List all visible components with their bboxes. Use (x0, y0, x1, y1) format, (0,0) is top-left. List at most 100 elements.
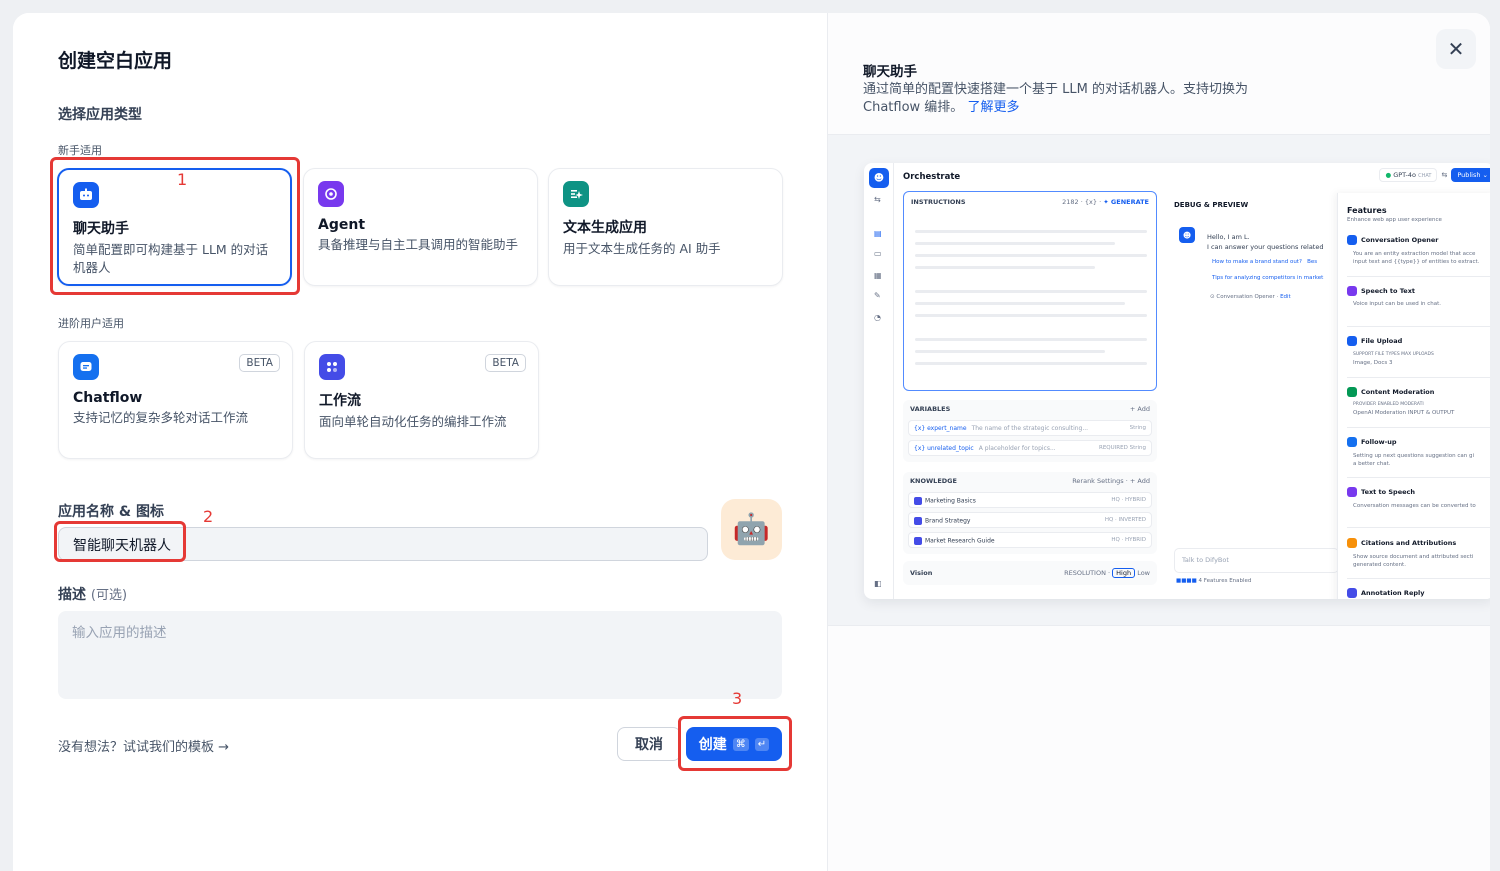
learn-more-link[interactable]: 了解更多 (967, 100, 1019, 115)
generate-label: ✦ GENERATE (1103, 198, 1149, 206)
feature-desc: Voice input can be used in chat. (1353, 301, 1442, 307)
feature-desc: a better chat. (1353, 461, 1391, 467)
orchestrate-title: Orchestrate (903, 172, 961, 182)
resolution-low: Low (1137, 569, 1150, 577)
feature-icon (1347, 588, 1357, 598)
feature-name: Citations and Attributions (1361, 539, 1457, 547)
modal-title: 创建空白应用 (58, 50, 173, 72)
variables-label: VARIABLES (910, 405, 951, 413)
create-app-modal: 创建空白应用 选择应用类型 新手适用 聊天助手 简单配置即可构建基于 LLM 的… (13, 13, 1490, 871)
feature-item: Content Moderation (1347, 387, 1434, 397)
placeholder-line (915, 230, 1147, 233)
divider (1347, 377, 1490, 378)
description-label: 描述 (可选) (58, 584, 127, 604)
description-label-text: 描述 (58, 587, 86, 603)
preview-sidebar: ☻ ⇆ ▤ ▭ ▦ ✎ ◔ ◧ (864, 163, 894, 599)
feature-icon (1347, 538, 1357, 548)
features-panel: Features Enhance web app user experience… (1337, 193, 1490, 599)
variable-row: {x} unrelated_topic A placeholder for top… (908, 440, 1152, 456)
add-variable: + Add (1129, 405, 1150, 413)
knowledge-icon (914, 497, 922, 505)
edit-icon: ✎ (874, 291, 881, 300)
feature-icon (1347, 387, 1357, 397)
publish-button: Publish ⌄ (1451, 168, 1490, 182)
feature-name: Follow-up (1361, 438, 1397, 446)
right-panel: ✕ 聊天助手 通过简单的配置快速搭建一个基于 LLM 的对话机器人。支持切换为 … (827, 13, 1490, 871)
description-textarea[interactable]: 输入应用的描述 (58, 611, 782, 699)
feature-icons: ■■■■ (1176, 578, 1197, 584)
app-type-chatflow[interactable]: BETA Chatflow 支持记忆的复杂多轮对话工作流 (58, 341, 293, 459)
preview-screenshot: ☻ ⇆ ▤ ▭ ▦ ✎ ◔ ◧ Orchestrate ● GPT-4o CHA… (864, 163, 1490, 599)
bot-logo-icon: ☻ (869, 168, 889, 188)
instructions-count: 2182 (1062, 198, 1079, 206)
vision-resolution: RESOLUTION · High Low (1064, 568, 1150, 578)
advanced-label: 进阶用户适用 (58, 317, 124, 330)
app-name-label: 应用名称 & 图标 (58, 504, 164, 520)
collapse-icon: ◧ (874, 579, 882, 588)
template-link[interactable]: 没有想法？试试我们的模板 → (58, 736, 229, 755)
chart-icon: ◔ (874, 313, 881, 322)
resolution-high: High (1112, 568, 1136, 578)
robot-icon: 🤖 (732, 512, 771, 547)
placeholder-line (915, 314, 1147, 317)
feature-name: Conversation Opener (1361, 236, 1439, 244)
variable-row: {x} expert_name The name of the strategic… (908, 420, 1152, 436)
beginner-label: 新手适用 (58, 144, 102, 157)
knowledge-icon (914, 537, 922, 545)
feature-desc: input text and {{type}} of entities to e… (1353, 259, 1480, 265)
feature-desc: OpenAI Moderation INPUT & OUTPUT (1353, 410, 1455, 416)
annotation-box-1 (50, 157, 300, 295)
knowledge-row: Market Research Guide HQ · HYBRID (908, 532, 1152, 548)
feature-icon (1347, 235, 1357, 245)
vision-row: Vision RESOLUTION · High Low (910, 568, 1150, 578)
feature-desc: Conversation messages can be converted t… (1353, 503, 1476, 509)
variables-panel: VARIABLES + Add {x} expert_name The name o… (903, 400, 1157, 462)
suggestion: Tips for analyzing competitors in market (1212, 275, 1324, 281)
features-enabled: ■■■■ 4 Features Enabled (1176, 578, 1251, 584)
agent-icon (318, 181, 344, 207)
workflow-icon (319, 354, 345, 380)
divider (1347, 527, 1490, 528)
swap-icon: ⇆ (874, 195, 881, 204)
variable-icon: {x} (1084, 198, 1098, 206)
app-type-workflow[interactable]: BETA 工作流 面向单轮自动化任务的编排工作流 (304, 341, 539, 459)
knowledge-panel: KNOWLEDGE Rerank Settings · + Add Marketi… (903, 472, 1157, 554)
placeholder-line (915, 242, 1115, 245)
cancel-button[interactable]: 取消 (617, 727, 681, 761)
card-desc: 支持记忆的复杂多轮对话工作流 (73, 410, 249, 425)
divider (1347, 326, 1490, 327)
instructions-panel: INSTRUCTIONS 2182 · {x} · ✦ GENERATE (903, 191, 1157, 391)
feature-item: Conversation Opener (1347, 235, 1439, 245)
annotation-box-3 (678, 716, 792, 771)
placeholder-line (915, 362, 1147, 365)
opener-label: Conversation Opener (1216, 294, 1275, 300)
rerank-settings: Rerank Settings (1072, 477, 1124, 485)
divider (1347, 276, 1490, 277)
app-type-text-generation[interactable]: 文本生成应用 用于文本生成任务的 AI 助手 (548, 168, 783, 286)
placeholder-line (915, 350, 1105, 353)
placeholder-line (915, 266, 1095, 269)
terminal-icon: ▭ (874, 249, 882, 258)
variables-header: VARIABLES + Add (910, 405, 1150, 413)
vision-panel: Vision RESOLUTION · High Low (903, 561, 1157, 585)
divider (1347, 578, 1490, 579)
app-icon-picker[interactable]: 🤖 (721, 499, 782, 560)
debug-title: DEBUG & PREVIEW (1174, 201, 1249, 209)
feature-icon (1347, 336, 1357, 346)
preview-area: ☻ ⇆ ▤ ▭ ▦ ✎ ◔ ◧ Orchestrate ● GPT-4o CHA… (828, 134, 1490, 626)
variable-type: String (1129, 425, 1146, 431)
instructions-label: INSTRUCTIONS (911, 198, 966, 206)
annotation-number-1: 1 (177, 170, 188, 189)
knowledge-icon (914, 517, 922, 525)
orchestrate-icon: ▤ (874, 229, 882, 238)
instructions-header: INSTRUCTIONS 2182 · {x} · ✦ GENERATE (911, 198, 1149, 206)
app-type-agent[interactable]: Agent 具备推理与自主工具调用的智能助手 (303, 168, 538, 286)
preview-toolbar: ● GPT-4o CHAT ⇆ Publish ⌄ (1379, 168, 1490, 182)
feature-name: File Upload (1361, 337, 1403, 345)
feature-desc: generated content. (1353, 562, 1406, 568)
left-panel: 创建空白应用 选择应用类型 新手适用 聊天助手 简单配置即可构建基于 LLM 的… (13, 13, 827, 871)
close-button[interactable]: ✕ (1436, 29, 1476, 69)
feature-item: Speech to Text (1347, 286, 1415, 296)
knowledge-name: Market Research Guide (925, 537, 995, 545)
feature-name: Content Moderation (1361, 388, 1435, 396)
